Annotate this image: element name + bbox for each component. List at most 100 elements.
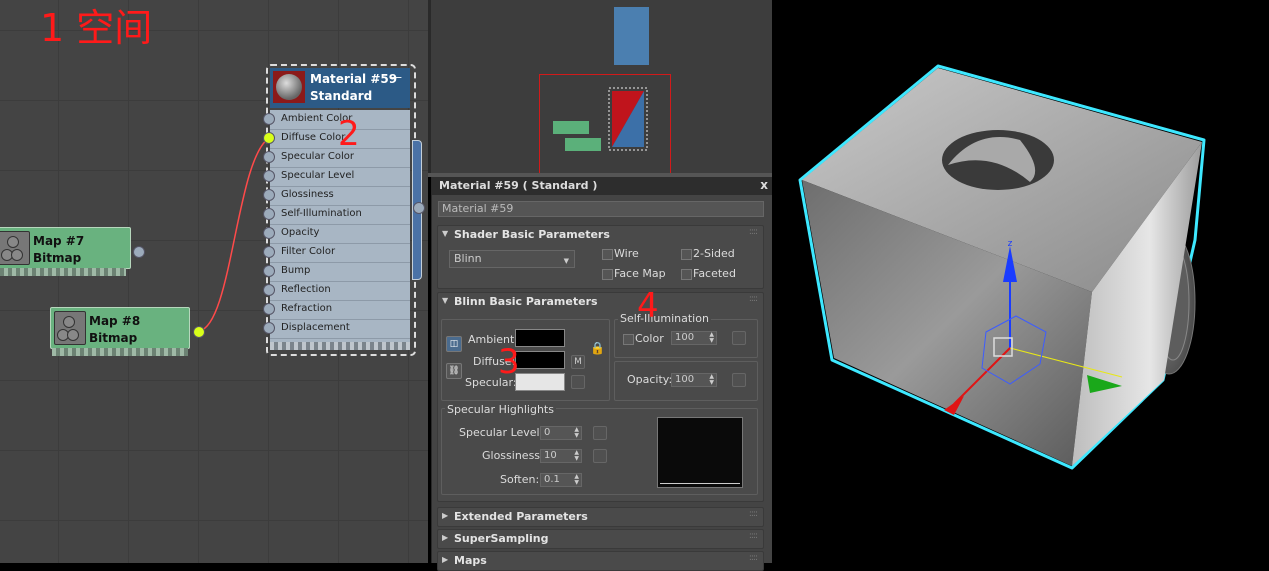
faceted-checkbox[interactable]	[681, 269, 692, 280]
material-name-input[interactable]: Material #59	[438, 201, 764, 217]
material-node-header[interactable]: Material #59 Standard —	[270, 68, 410, 108]
nav-map-node-b	[565, 138, 601, 151]
material-node[interactable]: Material #59 Standard — Ambient Color Di…	[266, 64, 422, 356]
port-reflection[interactable]	[263, 284, 275, 296]
slot-label: Self-Illumination	[281, 208, 362, 219]
spinner-arrows-icon: ▲ ▼	[709, 331, 714, 344]
slate-node-editor-view[interactable]: 1 空间 Map #7 Bitmap Map #8 Bitmap Materia…	[0, 0, 428, 563]
diffuse-map-button[interactable]: M	[571, 355, 585, 369]
rollout-maps[interactable]: ▶ Maps::::	[437, 551, 764, 571]
bitmap-thumbnail-icon	[54, 311, 86, 345]
port-ambient-color[interactable]	[263, 113, 275, 125]
expand-triangle-icon: ▼	[442, 229, 449, 238]
slot-filter-color[interactable]: Filter Color	[270, 243, 410, 263]
nav-selected-node	[608, 87, 648, 151]
self-illum-color-label: Color	[635, 332, 664, 345]
map7-type: Bitmap	[33, 251, 82, 265]
self-illum-color-checkbox[interactable]	[623, 334, 634, 345]
map7-node[interactable]: Map #7 Bitmap	[0, 227, 131, 269]
material-sphere-icon	[273, 71, 305, 103]
lock-icon[interactable]: 🔒	[590, 341, 605, 355]
grip-icon[interactable]: ::::	[749, 509, 758, 519]
port-displacement[interactable]	[263, 322, 275, 334]
slot-label: Displacement	[281, 322, 350, 333]
map8-type: Bitmap	[89, 331, 138, 345]
port-refraction[interactable]	[263, 303, 275, 315]
grip-icon[interactable]: ::::	[749, 531, 758, 541]
port-diffuse-color[interactable]	[263, 132, 275, 144]
lock-ambient-diffuse-map-icon[interactable]: ◫	[446, 336, 462, 352]
wire-checkbox[interactable]	[602, 249, 613, 260]
specular-level-map-button[interactable]	[593, 426, 607, 440]
map8-node-footer	[52, 348, 188, 356]
slot-refraction[interactable]: Refraction	[270, 300, 410, 320]
perspective-viewport[interactable]: z	[772, 0, 1269, 563]
port-opacity[interactable]	[263, 227, 275, 239]
rollout-shader-basic-header[interactable]: ▼ Shader Basic Parameters ::::	[438, 226, 763, 244]
map7-output-port[interactable]	[133, 246, 145, 258]
collapsed-triangle-icon: ▶	[442, 533, 449, 542]
rollout-extended-parameters[interactable]: ▶ Extended Parameters::::	[437, 507, 764, 527]
two-sided-checkbox[interactable]	[681, 249, 692, 260]
slot-opacity[interactable]: Opacity	[270, 224, 410, 244]
annotation-4: 4	[637, 286, 659, 326]
port-specular-level[interactable]	[263, 170, 275, 182]
slot-label: Bump	[281, 265, 311, 276]
map8-node[interactable]: Map #8 Bitmap	[50, 307, 190, 349]
glossiness-value: 10	[544, 450, 557, 461]
slot-label: Diffuse Color	[281, 132, 346, 143]
port-self-illumination[interactable]	[263, 208, 275, 220]
expand-triangle-icon: ▼	[442, 296, 449, 305]
specular-map-button[interactable]	[571, 375, 585, 389]
grip-icon[interactable]: ::::	[749, 553, 758, 563]
navigator-panel[interactable]	[428, 0, 775, 174]
highlight-curve-baseline	[660, 483, 740, 484]
face-map-checkbox[interactable]	[602, 269, 613, 280]
opacity-spinner[interactable]: 100 ▲ ▼	[671, 373, 717, 387]
map8-output-port[interactable]	[193, 326, 205, 338]
rollout-title: Extended Parameters	[454, 510, 588, 523]
slot-self-illumination[interactable]: Self-Illumination	[270, 205, 410, 225]
specular-level-spinner[interactable]: 0 ▲ ▼	[540, 426, 582, 440]
ambient-color-swatch[interactable]	[515, 329, 565, 347]
slot-displacement[interactable]: Displacement	[270, 319, 410, 339]
rollout-title: Blinn Basic Parameters	[454, 295, 598, 308]
collapse-icon[interactable]: —	[390, 70, 402, 84]
grip-icon[interactable]: ::::	[749, 227, 758, 237]
rollout-blinn-basic-header[interactable]: ▼ Blinn Basic Parameters ::::	[438, 293, 763, 311]
faceted-label: Faceted	[693, 267, 736, 280]
slot-reflection[interactable]: Reflection	[270, 281, 410, 301]
spinner-arrows-icon: ▲ ▼	[574, 449, 579, 462]
self-illum-map-button[interactable]	[732, 331, 746, 345]
material-node-footer	[270, 342, 410, 350]
port-bump[interactable]	[263, 265, 275, 277]
soften-spinner[interactable]: 0.1 ▲ ▼	[540, 473, 582, 487]
soften-label: Soften:	[500, 473, 540, 486]
opacity-value: 100	[675, 374, 695, 385]
face-map-label: Face Map	[614, 267, 666, 280]
slot-glossiness[interactable]: Glossiness	[270, 186, 410, 206]
nav-map-node-a	[553, 121, 589, 134]
material-output-port[interactable]	[413, 202, 425, 214]
close-icon[interactable]: x	[760, 178, 768, 192]
collapsed-triangle-icon: ▶	[442, 511, 449, 520]
soften-value: 0.1	[544, 474, 560, 485]
link-icon[interactable]: ⛓	[446, 363, 462, 379]
shader-type-dropdown[interactable]: Blinn ▼	[449, 250, 575, 268]
specular-color-swatch[interactable]	[515, 373, 565, 391]
grip-icon[interactable]: ::::	[749, 294, 758, 304]
glossiness-map-button[interactable]	[593, 449, 607, 463]
self-illum-spinner[interactable]: 100 ▲ ▼	[671, 331, 717, 345]
glossiness-spinner[interactable]: 10 ▲ ▼	[540, 449, 582, 463]
port-filter-color[interactable]	[263, 246, 275, 258]
port-specular-color[interactable]	[263, 151, 275, 163]
spinner-arrows-icon: ▲ ▼	[709, 373, 714, 386]
slot-specular-level[interactable]: Specular Level	[270, 167, 410, 187]
diffuse-color-swatch[interactable]	[515, 351, 565, 369]
nav-material-node-preview	[614, 7, 649, 65]
rollout-title: Maps	[454, 554, 487, 567]
slot-bump[interactable]: Bump	[270, 262, 410, 282]
rollout-supersampling[interactable]: ▶ SuperSampling::::	[437, 529, 764, 549]
port-glossiness[interactable]	[263, 189, 275, 201]
opacity-map-button[interactable]	[732, 373, 746, 387]
